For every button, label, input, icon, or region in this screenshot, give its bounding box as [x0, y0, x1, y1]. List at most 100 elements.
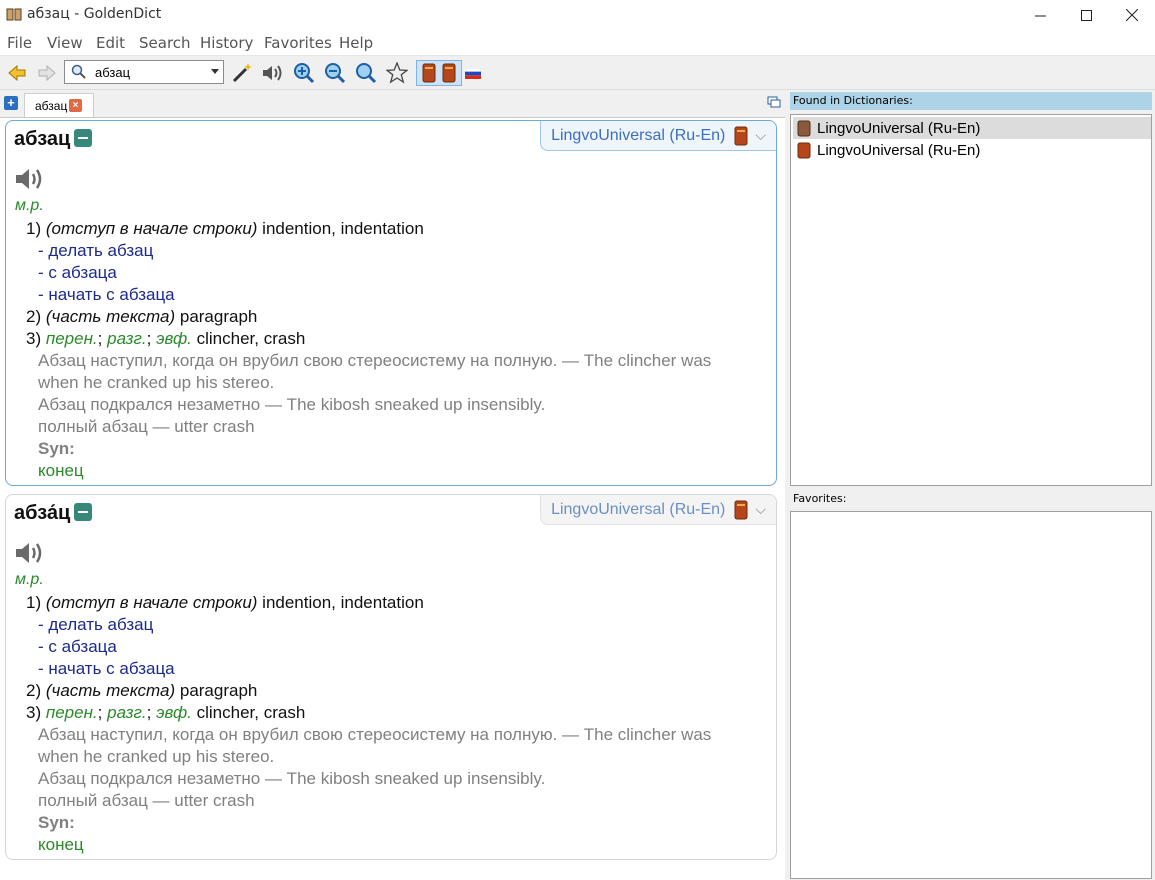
russian-flag-icon[interactable]: [460, 60, 486, 86]
usage-label: эвф.: [156, 703, 192, 722]
dictionary-book-icon: [797, 142, 811, 158]
usage-quote: when he cranked up his stereo.: [38, 747, 275, 766]
chevron-down-icon[interactable]: ⌵: [755, 501, 766, 518]
chevron-down-icon[interactable]: ⌵: [755, 127, 766, 144]
dictionary-header[interactable]: LingvoUniversal (Ru-En) ⌵: [540, 495, 776, 525]
article-card: LingvoUniversal (Ru-En) ⌵ абза́ц м.р. 1)…: [5, 494, 777, 860]
pronunciation-speaker-icon[interactable]: [14, 540, 46, 566]
magic-wand-icon[interactable]: [229, 60, 255, 86]
dictionary-header[interactable]: LingvoUniversal (Ru-En) ⌵: [540, 121, 776, 151]
article-card: LingvoUniversal (Ru-En) ⌵ абзац м.р. 1) …: [5, 120, 777, 486]
menu-file[interactable]: File: [7, 34, 32, 52]
sense-translation: clincher, crash: [191, 703, 306, 722]
menu-view[interactable]: View: [47, 34, 83, 52]
back-arrow-icon[interactable]: [4, 60, 30, 86]
close-icon[interactable]: [1109, 0, 1155, 30]
sense-3: 3) перен.; разг.; эвф. clincher, crash: [26, 329, 306, 348]
found-in-dictionaries-header: Found in Dictionaries:: [790, 92, 1152, 110]
pronunciation-speaker-icon[interactable]: [14, 166, 46, 192]
headword-text: абзац: [14, 128, 71, 150]
dropdown-arrow-icon[interactable]: [211, 69, 219, 74]
new-tab-plus-icon[interactable]: +: [4, 96, 18, 110]
sense-number: 2): [26, 307, 42, 326]
search-icon: [71, 64, 86, 79]
forward-arrow-icon[interactable]: [34, 60, 60, 86]
headword-text: абза́ц: [14, 502, 71, 524]
menu-help[interactable]: Help: [339, 34, 373, 52]
sense-1: 1) (отступ в начале строки) indention, i…: [26, 593, 424, 613]
sense-translation: indention, indentation: [257, 219, 424, 238]
sense-number: 3): [26, 329, 42, 348]
zoom-reset-icon[interactable]: [353, 60, 379, 86]
window-title: абзац - GoldenDict: [27, 6, 162, 22]
dictionary-book-icon: [797, 120, 811, 136]
found-in-dictionaries-list[interactable]: LingvoUniversal (Ru-En) LingvoUniversal …: [790, 114, 1152, 486]
title-bar: абзац - GoldenDict: [0, 0, 1155, 30]
menu-bar: File View Edit Search History Favorites …: [0, 30, 1155, 56]
sense-translation: paragraph: [175, 307, 258, 326]
sense-translation: clincher, crash: [191, 329, 306, 348]
usage-quote: полный абзац — utter crash: [38, 791, 255, 810]
sense-note: (отступ в начале строки): [45, 219, 258, 238]
usage-quote: Абзац наступил, когда он врубил свою сте…: [38, 351, 712, 370]
sense-translation: indention, indentation: [257, 593, 424, 612]
synonym-link[interactable]: конец: [38, 461, 84, 481]
collapse-icon[interactable]: [74, 129, 93, 147]
tab-bar: + абзац ×: [0, 91, 787, 117]
tab-abzats[interactable]: абзац ×: [24, 93, 94, 117]
dictionary-book-icon: [734, 500, 748, 519]
synonym-label: Syn:: [38, 439, 75, 458]
zoom-in-icon[interactable]: [291, 60, 317, 86]
sense-note: (отступ в начале строки): [45, 593, 258, 612]
menu-history[interactable]: History: [200, 34, 253, 52]
zoom-out-icon[interactable]: [322, 60, 348, 86]
example-link[interactable]: - с абзаца: [38, 637, 117, 657]
usage-label: перен.: [45, 329, 98, 348]
example-link[interactable]: - начать с абзаца: [38, 659, 175, 679]
maximize-icon[interactable]: [1063, 0, 1109, 30]
synonym-link[interactable]: конец: [38, 835, 84, 855]
usage-label: эвф.: [156, 329, 192, 348]
tab-list-icon[interactable]: [767, 96, 781, 108]
found-dictionary-name: LingvoUniversal (Ru-En): [817, 119, 981, 137]
found-dictionary-item[interactable]: LingvoUniversal (Ru-En): [793, 139, 1151, 161]
menu-search[interactable]: Search: [139, 34, 191, 52]
collapse-icon[interactable]: [74, 503, 93, 521]
article-view: LingvoUniversal (Ru-En) ⌵ абзац м.р. 1) …: [0, 117, 785, 880]
minimize-icon[interactable]: [1017, 0, 1063, 30]
sense-note: (часть текста): [45, 307, 176, 326]
usage-quote: полный абзац — utter crash: [38, 417, 255, 436]
sense-number: 2): [26, 681, 42, 700]
found-dictionary-name: LingvoUniversal (Ru-En): [817, 141, 981, 159]
menu-favorites[interactable]: Favorites: [264, 34, 332, 52]
favorites-list[interactable]: [790, 511, 1152, 879]
example-link[interactable]: - начать с абзаца: [38, 285, 175, 305]
search-combobox[interactable]: [64, 60, 224, 84]
dictionary-book-icon: [734, 126, 748, 145]
synonym-label: Syn:: [38, 813, 75, 832]
speaker-icon[interactable]: [260, 60, 286, 86]
example-link[interactable]: - делать абзац: [38, 615, 153, 635]
part-of-speech: м.р.: [15, 571, 44, 588]
favorites-header: Favorites:: [790, 490, 1152, 508]
search-input[interactable]: [95, 64, 205, 80]
part-of-speech: м.р.: [15, 197, 44, 214]
usage-quote: Абзац подкрался незаметно — The kibosh s…: [38, 395, 546, 414]
dictionary-name: LingvoUniversal (Ru-En): [551, 500, 726, 518]
menu-edit[interactable]: Edit: [96, 34, 125, 52]
usage-label: разг.: [107, 329, 147, 348]
sense-1: 1) (отступ в начале строки) indention, i…: [26, 219, 424, 239]
found-dictionary-item[interactable]: LingvoUniversal (Ru-En): [793, 117, 1151, 139]
dictionary-name: LingvoUniversal (Ru-En): [551, 126, 726, 144]
usage-label: разг.: [107, 703, 147, 722]
sense-number: 1): [26, 593, 42, 612]
dictionary-group-icon[interactable]: [416, 60, 462, 86]
star-icon[interactable]: [384, 60, 410, 86]
sense-2: 2) (часть текста) paragraph: [26, 681, 257, 701]
headword: абза́ц: [14, 502, 93, 525]
tab-label: абзац: [35, 99, 68, 113]
example-link[interactable]: - с абзаца: [38, 263, 117, 283]
close-tab-icon[interactable]: ×: [69, 99, 82, 112]
example-link[interactable]: - делать абзац: [38, 241, 153, 261]
sense-note: (часть текста): [45, 681, 176, 700]
